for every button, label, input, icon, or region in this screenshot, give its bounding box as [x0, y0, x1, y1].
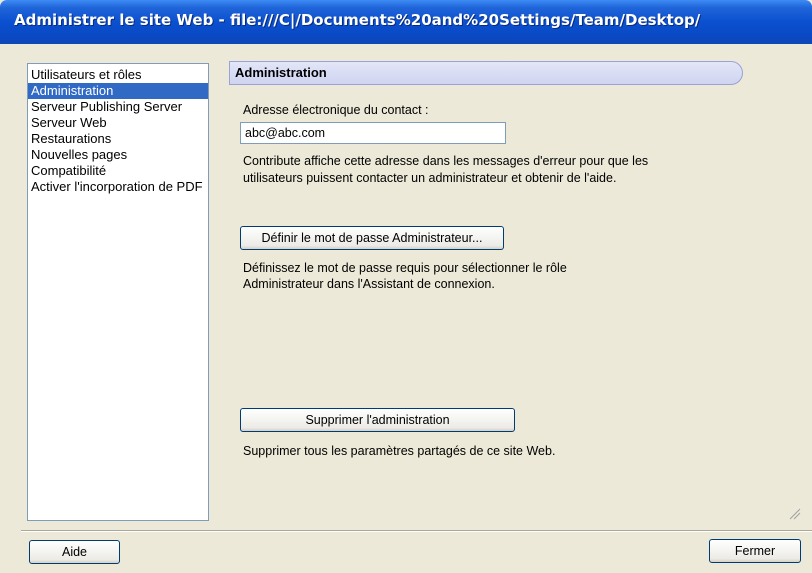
panel-title: Administration — [235, 65, 327, 80]
contact-help-line-1: Contribute affiche cette adresse dans le… — [243, 154, 649, 168]
password-help-line-1: Définissez le mot de passe requis pour s… — [243, 261, 567, 275]
sidebar-item-pdf-embedding[interactable]: Activer l'incorporation de PDF — [28, 179, 208, 195]
help-button[interactable]: Aide — [29, 540, 120, 564]
sidebar-item-users-roles[interactable]: Utilisateurs et rôles — [28, 67, 208, 83]
resize-grip-icon[interactable] — [786, 505, 802, 521]
sidebar-item-new-pages[interactable]: Nouvelles pages — [28, 147, 208, 163]
sidebar-item-rollbacks[interactable]: Restaurations — [28, 131, 208, 147]
sidebar-item-web-server[interactable]: Serveur Web — [28, 115, 208, 131]
window-title: Administrer le site Web - file:///C|/Doc… — [14, 11, 701, 29]
title-bar[interactable]: Administrer le site Web - file:///C|/Doc… — [0, 0, 812, 44]
panel-header: Administration — [229, 61, 743, 85]
close-button[interactable]: Fermer — [709, 539, 801, 563]
contact-email-input[interactable] — [240, 122, 506, 144]
sidebar-item-publishing-server[interactable]: Serveur Publishing Server — [28, 99, 208, 115]
contact-help-line-2: utilisateurs puissent contacter un admin… — [243, 171, 617, 185]
remove-help-text: Supprimer tous les paramètres partagés d… — [243, 444, 556, 458]
set-admin-password-button[interactable]: Définir le mot de passe Administrateur..… — [240, 226, 504, 250]
category-list[interactable]: Utilisateurs et rôles Administration Ser… — [27, 63, 209, 521]
sidebar-item-compatibility[interactable]: Compatibilité — [28, 163, 208, 179]
remove-administration-button[interactable]: Supprimer l'administration — [240, 408, 515, 432]
password-help-line-2: Administrateur dans l'Assistant de conne… — [243, 277, 495, 291]
sidebar-item-administration[interactable]: Administration — [28, 83, 208, 99]
contact-email-label: Adresse électronique du contact : — [243, 103, 429, 117]
dialog-window: Administrer le site Web - file:///C|/Doc… — [0, 0, 812, 573]
footer-separator — [21, 530, 812, 532]
